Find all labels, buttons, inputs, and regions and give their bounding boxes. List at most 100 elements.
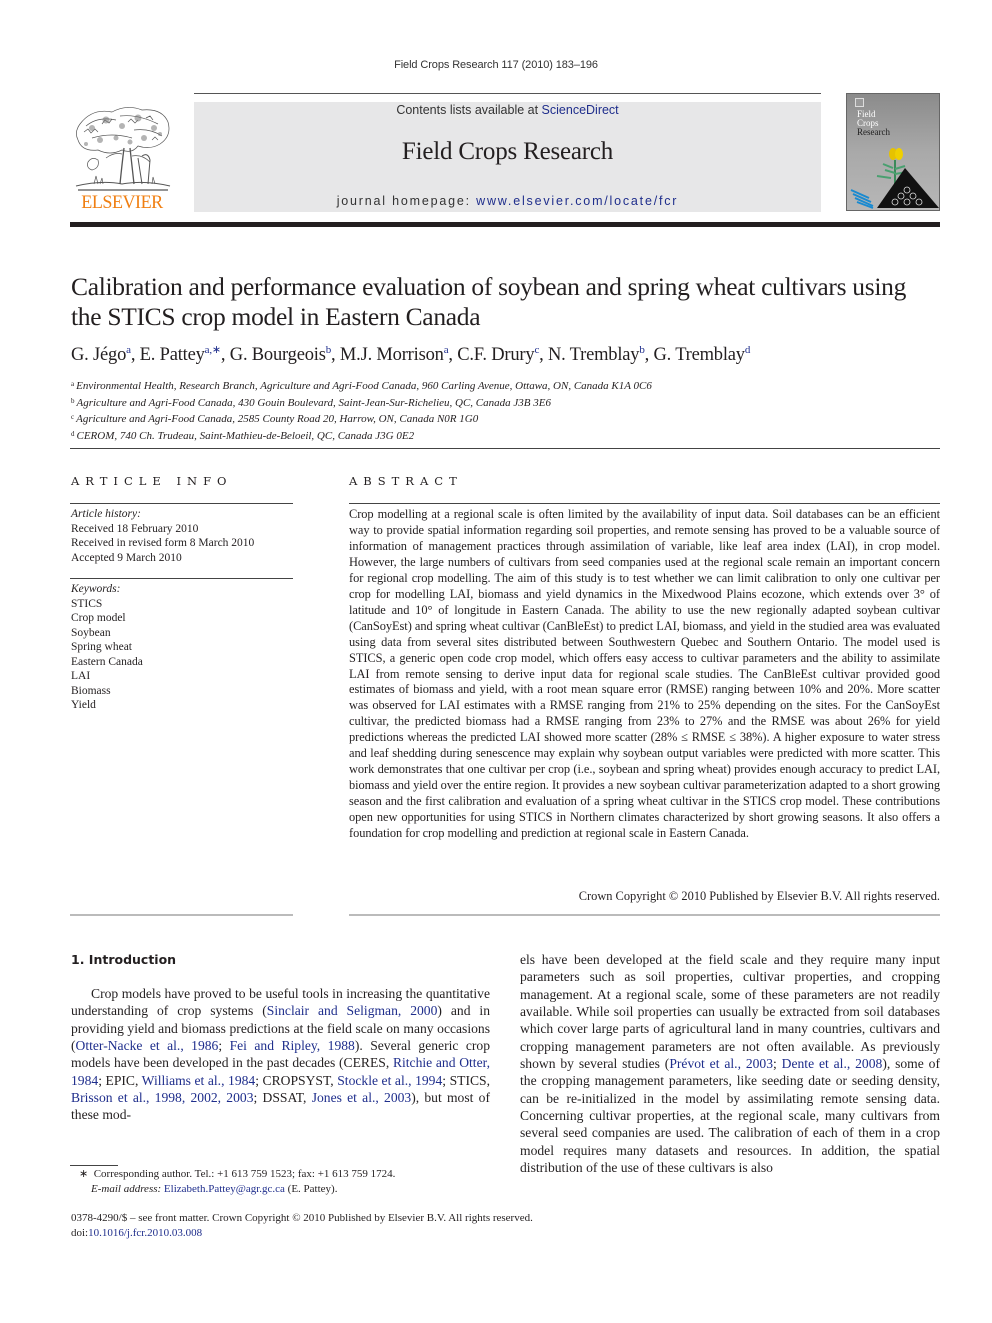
citation-link[interactable]: Prévot et al., 2003 xyxy=(669,1056,773,1071)
masthead-divider xyxy=(70,222,940,227)
footnote-line: ∗ Corresponding author. Tel.: +1 613 759… xyxy=(79,1167,509,1182)
author-name: G. Tremblay xyxy=(653,345,746,365)
journal-homepage-line: journal homepage: www.elsevier.com/locat… xyxy=(194,194,821,208)
affiliation-text: Agriculture and Agri-Food Canada, 430 Go… xyxy=(76,396,551,409)
elsevier-logo[interactable]: ELSEVIER xyxy=(70,102,175,214)
author-name: G. Bourgeois xyxy=(229,345,326,365)
homepage-prefix: journal homepage: xyxy=(336,194,477,208)
affiliation-ref[interactable]: b xyxy=(639,344,645,356)
affiliation-ref[interactable]: d xyxy=(745,344,751,356)
elsevier-tree-icon xyxy=(75,107,171,191)
footnote-contact: Corresponding author. Tel.: +1 613 759 1… xyxy=(93,1168,396,1180)
doi-line: doi:10.1016/j.fcr.2010.03.008 xyxy=(71,1226,671,1241)
article-history: Article history: Received 18 February 20… xyxy=(71,507,293,565)
title-divider xyxy=(70,448,940,449)
body-text: ), some of the cropping management param… xyxy=(520,1056,940,1176)
affiliation: b Agriculture and Agri-Food Canada, 430 G… xyxy=(71,394,941,411)
body-column-left: Crop models have proved to be useful too… xyxy=(71,985,490,1124)
running-head: Field Crops Research 117 (2010) 183–196 xyxy=(394,59,598,71)
doi-link[interactable]: 10.1016/j.fcr.2010.03.008 xyxy=(88,1227,202,1239)
citation-link[interactable]: Dente et al., 2008 xyxy=(782,1056,883,1071)
author-name: M.J. Morrison xyxy=(339,345,444,365)
footnote-email-line: E-mail address: Elizabeth.Pattey@agr.gc.… xyxy=(79,1182,509,1197)
header-rule xyxy=(194,93,821,94)
affiliation: a Environmental Health, Research Branch, … xyxy=(71,377,941,394)
history-item: Received 18 February 2010 xyxy=(71,522,199,535)
affiliation-text: Agriculture and Agri-Food Canada, 2585 C… xyxy=(76,413,479,425)
divider xyxy=(70,503,293,504)
body-text: ; xyxy=(773,1056,782,1072)
citation-link[interactable]: Fei and Ripley, 1988 xyxy=(230,1038,355,1053)
affiliation-ref[interactable]: b xyxy=(326,344,332,356)
abstract-body: Crop modelling at a regional scale is of… xyxy=(349,507,940,841)
divider xyxy=(349,503,940,504)
history-label: Article history: xyxy=(71,508,141,520)
front-matter: 0378-4290/$ – see front matter. Crown Co… xyxy=(71,1211,671,1241)
article-info-heading: ARTICLE INFO xyxy=(71,474,233,488)
affiliation-key: b xyxy=(71,396,75,405)
citation-link[interactable]: Otter-Nacke et al., 1986 xyxy=(76,1038,219,1053)
email-link[interactable]: Elizabeth.Pattey@agr.gc.ca xyxy=(164,1183,285,1195)
affiliation-ref[interactable]: c xyxy=(534,344,539,356)
author-name: C.F. Drury xyxy=(457,345,535,365)
journal-cover-thumbnail[interactable]: Field Crops Research xyxy=(846,93,940,211)
affiliation-key: d xyxy=(71,429,75,438)
history-item: Received in revised form 8 March 2010 xyxy=(71,537,255,549)
footnote-marker: ∗ xyxy=(79,1168,89,1180)
author[interactable]: E. Patteya,∗ xyxy=(139,344,221,365)
article-title: Calibration and performance evaluation o… xyxy=(71,272,907,331)
body-column-right: els have been developed at the field sca… xyxy=(520,951,940,1176)
citation-link[interactable]: Sinclair and Seligman, 2000 xyxy=(267,1003,438,1018)
keyword: STICS xyxy=(71,597,103,610)
citation-link[interactable]: Brisson et al., 1998, 2002, 2003 xyxy=(71,1090,254,1105)
body-text: els have been developed at the field sca… xyxy=(520,952,940,1072)
issn-copyright-line: 0378-4290/$ – see front matter. Crown Co… xyxy=(71,1212,533,1224)
author[interactable]: N. Tremblayb xyxy=(548,344,645,365)
keywords: Keywords: STICS Crop model Soybean Sprin… xyxy=(71,582,293,713)
author-list: G. Jégoa, E. Patteya,∗, G. Bourgeoisb, M… xyxy=(71,344,751,365)
affiliation-ref[interactable]: a xyxy=(444,344,449,356)
author[interactable]: C.F. Druryc xyxy=(457,344,539,365)
doi-prefix: doi: xyxy=(71,1227,89,1239)
affiliation-list: a Environmental Health, Research Branch, … xyxy=(71,377,941,443)
corresponding-author-footnote: ∗ Corresponding author. Tel.: +1 613 759… xyxy=(79,1167,509,1196)
affiliation-ref[interactable]: a xyxy=(126,344,131,356)
body-text: ; xyxy=(218,1038,230,1054)
contents-prefix: Contents lists available at xyxy=(396,103,542,117)
cover-artwork-icon xyxy=(850,148,939,209)
email-label: E-mail address: xyxy=(91,1182,162,1195)
body-text: ; DSSAT, xyxy=(253,1090,312,1106)
section-heading-introduction: 1. Introduction xyxy=(71,952,177,967)
keyword: Eastern Canada xyxy=(71,655,143,668)
abstract-copyright: Crown Copyright © 2010 Published by Else… xyxy=(578,889,940,903)
citation-link[interactable]: Jones et al., 2003 xyxy=(312,1090,412,1105)
divider xyxy=(70,578,293,579)
contents-line: Contents lists available at ScienceDirec… xyxy=(194,103,821,117)
author-name: N. Tremblay xyxy=(548,345,640,365)
body-text: ; STICS, xyxy=(442,1072,491,1088)
keyword: Soybean xyxy=(71,626,111,639)
divider xyxy=(349,914,940,916)
affiliation-ref[interactable]: a,∗ xyxy=(205,344,221,356)
footnote-rule xyxy=(70,1165,118,1166)
keywords-label: Keywords: xyxy=(71,583,121,595)
citation-link[interactable]: Williams et al., 1984 xyxy=(142,1073,256,1088)
journal-homepage-link[interactable]: www.elsevier.com/locate/fcr xyxy=(476,194,678,208)
affiliation-key: c xyxy=(71,413,75,421)
journal-title: Field Crops Research xyxy=(401,138,614,165)
keyword: LAI xyxy=(71,670,91,682)
elsevier-wordmark: ELSEVIER xyxy=(81,192,163,213)
author[interactable]: G. Bourgeoisb xyxy=(229,344,332,365)
affiliation: d CEROM, 740 Ch. Trudeau, Saint-Mathieu-d… xyxy=(71,427,941,444)
sciencedirect-link[interactable]: ScienceDirect xyxy=(542,103,619,117)
author-name: E. Pattey xyxy=(139,345,205,365)
author[interactable]: G. Tremblayd xyxy=(653,344,751,365)
divider xyxy=(70,914,293,916)
keyword: Crop model xyxy=(71,612,126,624)
body-text: ; EPIC, xyxy=(98,1072,142,1088)
author[interactable]: G. Jégoa xyxy=(71,344,131,365)
affiliation-text: Environmental Health, Research Branch, A… xyxy=(76,380,652,392)
citation-link[interactable]: Stockle et al., 1994 xyxy=(337,1073,442,1088)
author[interactable]: M.J. Morrisona xyxy=(339,344,449,365)
keyword: Yield xyxy=(71,699,96,711)
